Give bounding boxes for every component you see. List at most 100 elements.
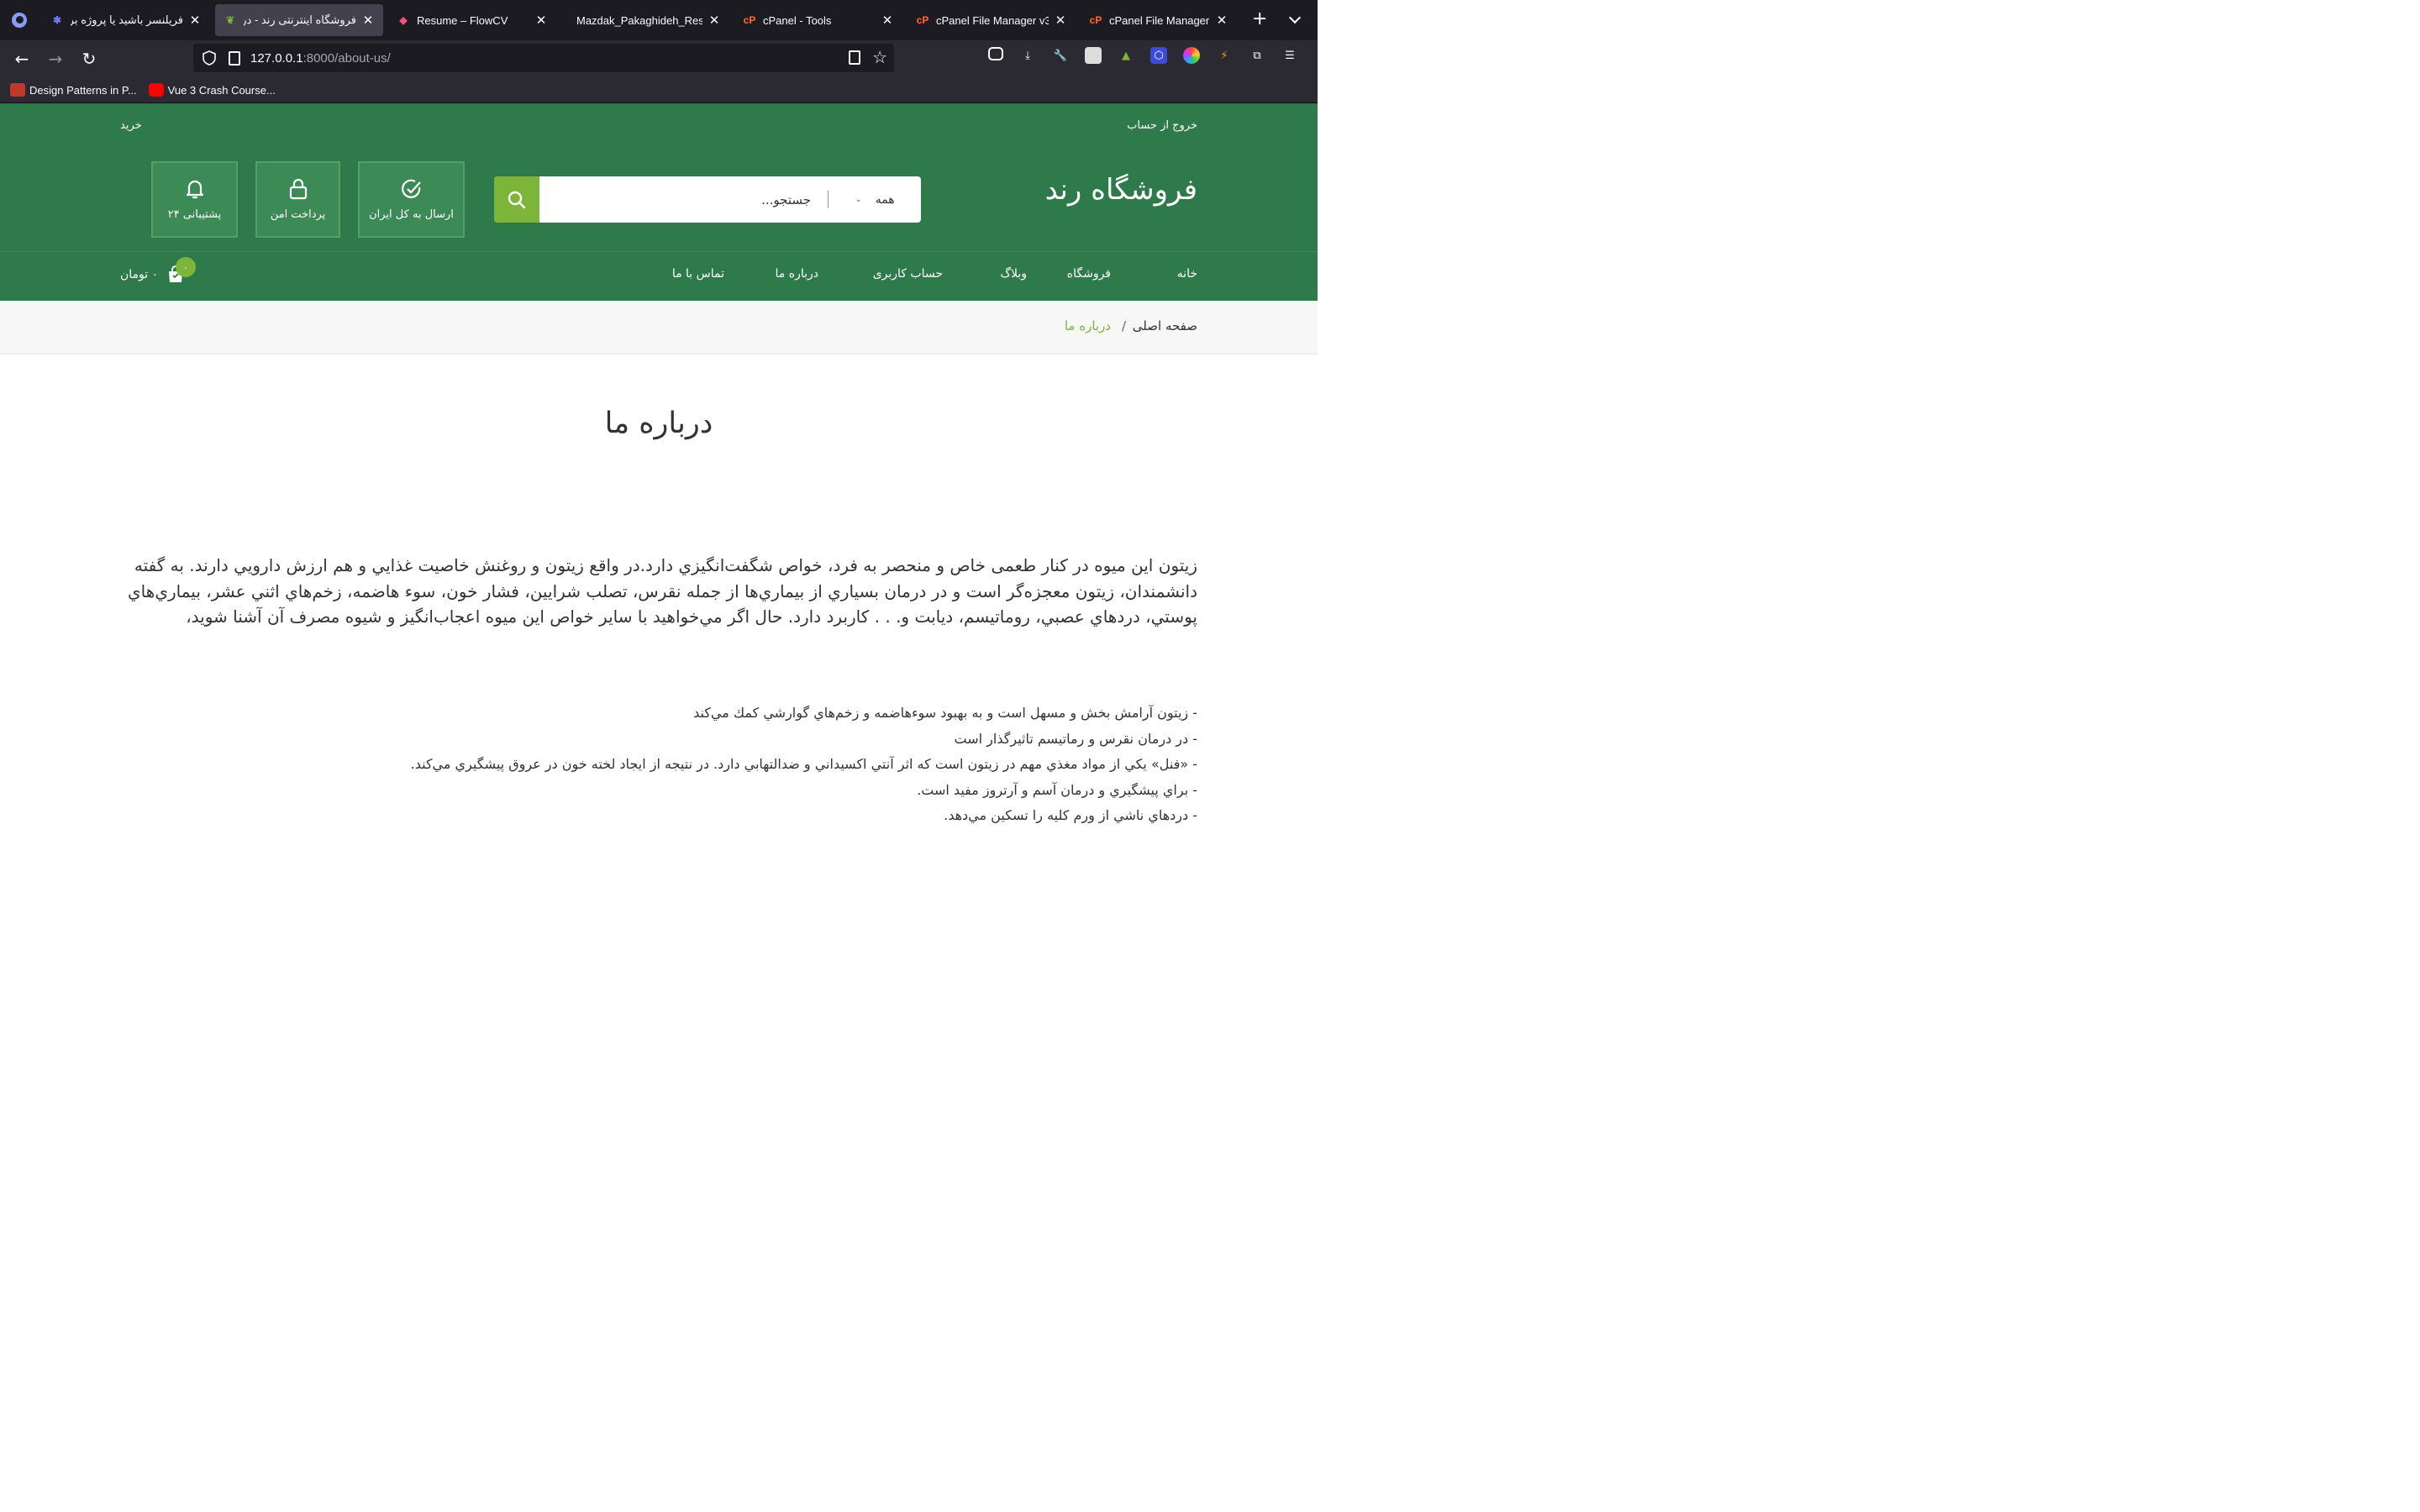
search-box: همه ⌄ — [494, 176, 921, 223]
tab-title: Resume – FlowCV — [417, 13, 508, 27]
extensions-icon[interactable]: ⧉ — [1249, 47, 1265, 64]
check-circle-icon — [401, 179, 421, 198]
cpanel-favicon-icon: cP — [1089, 14, 1102, 26]
url-host: 127.0.0.1 — [250, 50, 303, 66]
menu-item-contact[interactable]: تماس با ما — [672, 267, 724, 281]
bell-icon — [186, 180, 203, 199]
search-divider — [828, 191, 829, 208]
tab-cpanel-fm-2[interactable]: cP cPanel File Manager v3 - ✕ — [1081, 4, 1237, 36]
reload-icon[interactable]: ↻ — [72, 42, 106, 76]
close-tab-icon[interactable]: ✕ — [188, 13, 202, 28]
hamburger-menu-icon[interactable]: ☰ — [1281, 47, 1298, 64]
bookmarks-toolbar: Design Patterns in P... Vue 3 Crash Cour… — [0, 77, 1318, 103]
cart-total: ۰ تومان — [120, 268, 159, 281]
bookmark-design-patterns[interactable]: Design Patterns in P... — [10, 83, 137, 97]
extension-3-icon[interactable]: ⬡ — [1150, 47, 1167, 64]
bookmark-vue-crash-course[interactable]: Vue 3 Crash Course... — [148, 83, 276, 97]
tab-cpanel-tools[interactable]: cP cPanel - Tools ✕ — [734, 4, 902, 36]
list-item: - در درمان نقرس و رماتيسم تاثيرگذار است — [954, 730, 1197, 747]
list-item: - «فنل» يكي از مواد مغذي مهم در زيتون اس… — [410, 756, 1197, 772]
tab-title: فریلنسر باشید یا پروژه برون‌سپاری کنید — [71, 13, 183, 26]
bookmark-label: Vue 3 Crash Course... — [167, 83, 276, 97]
breadcrumb-current: درباره ما — [1064, 318, 1111, 333]
about-content: درباره ما زيتون اين ميوه در كنار طعمی خا… — [0, 354, 1318, 823]
youtube-icon — [148, 83, 164, 97]
tab-ponisha[interactable]: ✱ فریلنسر باشید یا پروژه برون‌سپاری کنید… — [42, 4, 210, 36]
close-tab-icon[interactable]: ✕ — [1054, 13, 1067, 28]
category-select[interactable]: همه ⌄ — [829, 176, 921, 223]
bookmark-star-icon[interactable]: ☆ — [872, 47, 887, 67]
tab-cpanel-fm-1[interactable]: cP cPanel File Manager v3 ✕ — [908, 4, 1076, 36]
url-path: :8000/about-us/ — [302, 50, 391, 66]
site-logo[interactable]: فروشگاه رند — [1045, 173, 1197, 207]
firefox-menu-icon[interactable] — [0, 0, 39, 40]
page-title: درباره ما — [604, 407, 713, 440]
close-tab-icon[interactable]: ✕ — [361, 13, 375, 28]
dev-tools-icon[interactable]: 🔧 — [1052, 47, 1069, 64]
site: خروج از حساب خرید فروشگاه رند همه ⌄ جستج… — [0, 103, 1318, 823]
cpanel-favicon-icon: cP — [916, 14, 929, 26]
close-tab-icon[interactable]: ✕ — [1215, 13, 1228, 28]
page-info-icon[interactable] — [229, 50, 240, 66]
extension-2-icon[interactable]: ▲ — [1118, 47, 1134, 64]
feature-label: پشتیبانی ۲۴ — [167, 208, 222, 221]
lock-icon — [289, 178, 307, 200]
buy-link[interactable]: خرید — [120, 119, 142, 132]
main-menu: خانه فروشگاه وبلاگ حساب کاربری درباره ما… — [0, 252, 1318, 301]
close-tab-icon[interactable]: ✕ — [881, 13, 894, 28]
forward-icon[interactable]: → — [39, 42, 72, 76]
address-bar[interactable]: 127.0.0.1:8000/about-us/ ☆ — [193, 44, 894, 72]
close-tab-icon[interactable]: ✕ — [708, 13, 721, 28]
bookmark-label: Design Patterns in P... — [29, 83, 137, 97]
flowcv-favicon-icon: ◆ — [399, 14, 408, 26]
downloads-icon[interactable]: ⤓ — [1019, 47, 1036, 64]
feature-24h-support: پشتیبانی ۲۴ — [151, 161, 238, 238]
cart[interactable]: ۰ تومان ۰ — [120, 257, 196, 284]
menu-item-home[interactable]: خانه — [1177, 267, 1197, 281]
benefits-list: - زيتون آرامش بخش و مسهل است و به بهبود … — [120, 701, 1197, 829]
pocket-icon[interactable] — [988, 47, 1003, 60]
search-icon — [508, 191, 526, 208]
back-icon[interactable]: ← — [5, 42, 39, 76]
feature-label: پرداخت امن — [270, 208, 326, 221]
menu-item-account[interactable]: حساب کاربری — [873, 267, 943, 281]
color-picker-icon[interactable] — [1183, 47, 1200, 64]
reader-view-icon[interactable] — [849, 50, 860, 65]
url-text[interactable]: 127.0.0.1:8000/about-us/ — [250, 51, 391, 66]
list-item: - براي پيشگيري و درمان آسم و آرتروز مفيد… — [917, 781, 1197, 798]
tracking-protection-icon[interactable] — [202, 50, 217, 66]
olive-favicon-icon: ❦ — [225, 14, 235, 26]
logout-link[interactable]: خروج از حساب — [1127, 119, 1197, 132]
list-all-tabs-icon[interactable] — [1288, 11, 1302, 24]
navigation-toolbar: ← → ↻ 127.0.0.1:8000/about-us/ ☆ ⤓ 🔧 ▲ ⬡… — [0, 40, 1318, 77]
tab-flowcv[interactable]: ◆ Resume – FlowCV ✕ — [388, 4, 556, 36]
cpanel-favicon-icon: cP — [743, 14, 756, 26]
new-tab-icon[interactable]: + — [1252, 10, 1267, 29]
intro-paragraph: زيتون اين ميوه در كنار طعمی خاص و منحصر … — [128, 555, 1197, 627]
tab-title: Mazdak_Pakaghideh_Resume — [576, 13, 702, 27]
top-strip: خروج از حساب خرید — [0, 103, 1318, 148]
breadcrumb-home[interactable]: صفحه اصلی — [1133, 318, 1197, 333]
search-button[interactable] — [494, 176, 539, 223]
extension-1-icon[interactable] — [1085, 47, 1102, 64]
menu-item-about[interactable]: درباره ما — [776, 267, 818, 281]
menu-item-shop[interactable]: فروشگاه — [1067, 267, 1111, 281]
breadcrumb: صفحه اصلی / درباره ما — [0, 301, 1318, 354]
cart-count-badge: ۰ — [176, 257, 196, 277]
tab-strip: ✱ فریلنسر باشید یا پروژه برون‌سپاری کنید… — [0, 0, 1318, 40]
category-value: همه — [875, 192, 895, 207]
tab-title: cPanel File Manager v3 — [936, 13, 1049, 27]
menu-item-blog[interactable]: وبلاگ — [1000, 267, 1027, 281]
feature-nationwide-shipping: ارسال به کل ایران — [358, 161, 465, 238]
feature-label: ارسال به کل ایران — [369, 208, 454, 221]
tab-rand-about[interactable]: ❦ فروشگاه اینترنتی رند - درباره ما ✕ — [215, 4, 383, 36]
extension-4-icon[interactable]: ⚡ — [1216, 47, 1233, 64]
breadcrumb-separator: / — [1121, 318, 1126, 333]
tab-resume-pdf[interactable]: Mazdak_Pakaghideh_Resume ✕ — [561, 4, 729, 36]
list-item: - زيتون آرامش بخش و مسهل است و به بهبود … — [693, 705, 1197, 721]
tab-title: فروشگاه اینترنتی رند - درباره ما — [244, 13, 356, 26]
chevron-down-icon: ⌄ — [855, 195, 862, 204]
search-input[interactable] — [539, 176, 828, 223]
tab-title: cPanel File Manager v3 - — [1109, 13, 1210, 27]
close-tab-icon[interactable]: ✕ — [534, 13, 548, 28]
